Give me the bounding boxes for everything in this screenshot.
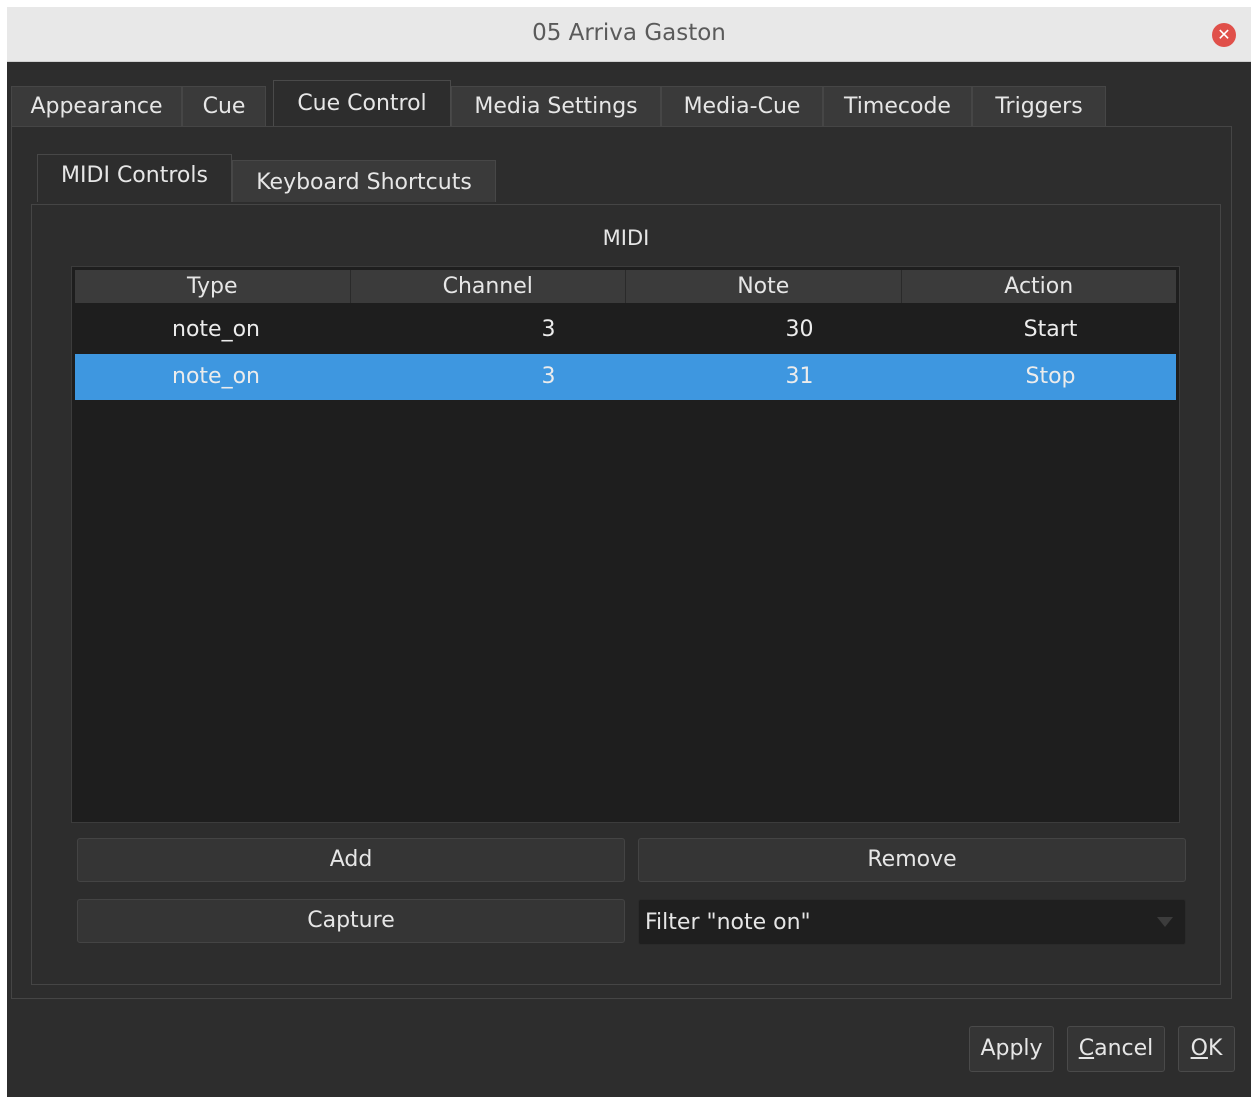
tab-triggers[interactable]: Triggers (972, 86, 1106, 126)
cell-channel: 3 (541, 364, 556, 389)
tab-midi-controls[interactable]: MIDI Controls (37, 154, 232, 202)
tab-keyboard-shortcuts[interactable]: Keyboard Shortcuts (232, 160, 496, 202)
cell-action: Stop (1025, 364, 1076, 389)
midi-table[interactable]: Type Channel Note Action note_on 3 30 St… (71, 266, 1180, 823)
tab-cue[interactable]: Cue (182, 86, 266, 126)
ok-label-rest: K (1207, 1036, 1223, 1061)
chevron-down-icon (1157, 917, 1173, 927)
cell-note: 31 (785, 364, 814, 389)
filter-select[interactable]: Filter "note on" (638, 899, 1186, 945)
cell-type: note_on (172, 317, 260, 342)
cell-type: note_on (172, 364, 260, 389)
cell-note: 30 (785, 317, 814, 342)
table-row[interactable]: note_on 3 30 Start (75, 308, 1176, 352)
column-header-channel[interactable]: Channel (350, 270, 626, 303)
tab-timecode[interactable]: Timecode (823, 86, 972, 126)
tab-media-settings[interactable]: Media Settings (451, 86, 661, 126)
close-icon[interactable]: ✕ (1212, 23, 1236, 47)
ok-mnemonic: O (1190, 1036, 1208, 1061)
table-row-selected[interactable]: note_on 3 31 Stop (75, 354, 1176, 400)
midi-group-title: MIDI (602, 226, 650, 250)
window-title: 05 Arriva Gaston (532, 20, 726, 46)
add-button[interactable]: Add (77, 838, 625, 882)
tab-cue-control[interactable]: Cue Control (273, 80, 451, 127)
cell-channel: 3 (541, 317, 556, 342)
ok-button[interactable]: OK (1178, 1026, 1235, 1072)
column-header-type[interactable]: Type (75, 270, 351, 303)
title-bar: 05 Arriva Gaston ✕ (7, 7, 1251, 62)
capture-button[interactable]: Capture (77, 899, 625, 943)
cancel-button[interactable]: Cancel (1067, 1026, 1165, 1072)
remove-button[interactable]: Remove (638, 838, 1186, 882)
cancel-label-rest: ancel (1094, 1036, 1154, 1061)
cancel-mnemonic: C (1078, 1036, 1095, 1061)
tab-media-cue[interactable]: Media-Cue (661, 86, 823, 126)
apply-button[interactable]: Apply (969, 1026, 1054, 1072)
tab-appearance[interactable]: Appearance (11, 86, 182, 126)
column-header-note[interactable]: Note (626, 270, 902, 303)
filter-select-value: Filter "note on" (645, 910, 811, 935)
column-header-action[interactable]: Action (901, 270, 1176, 303)
table-header: Type Channel Note Action (75, 270, 1176, 303)
cell-action: Start (1023, 317, 1078, 342)
